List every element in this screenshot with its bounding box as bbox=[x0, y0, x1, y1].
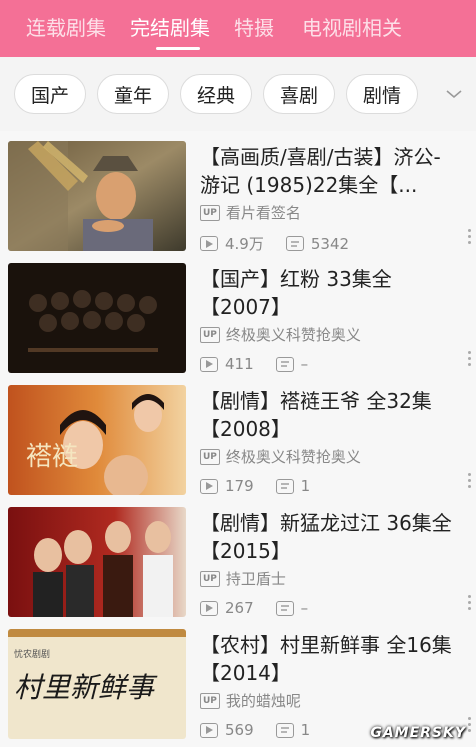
tab-ongoing-series[interactable]: 连载剧集 bbox=[0, 0, 120, 57]
list-item[interactable]: 【国产】红粉 33集全【2007】 UP 终极奥义科赞抢奥义 411 – bbox=[0, 253, 476, 375]
play-count: 179 bbox=[225, 477, 254, 495]
uploader[interactable]: UP 终极奥义科赞抢奥义 bbox=[200, 446, 361, 467]
up-badge: UP bbox=[200, 570, 220, 587]
more-options-icon[interactable] bbox=[466, 351, 472, 369]
danmaku-count: – bbox=[300, 355, 309, 373]
play-count-icon bbox=[200, 600, 218, 616]
more-options-icon[interactable] bbox=[466, 229, 472, 247]
danmaku-icon bbox=[275, 600, 294, 616]
danmaku-icon bbox=[275, 722, 294, 738]
video-title[interactable]: 【高画质/喜剧/古装】济公-游记 (1985)22集全【... bbox=[200, 143, 458, 199]
list-item[interactable]: 【剧情】新猛龙过江 36集全【2015】 UP 持卫盾士 267 – bbox=[0, 497, 476, 619]
video-stats: 569 1 bbox=[200, 721, 332, 739]
filter-chip-drama[interactable]: 剧情 bbox=[346, 74, 418, 114]
play-count: 4.9万 bbox=[225, 235, 264, 253]
list-item[interactable]: 忧农剧剧 村里新鲜事 【农村】村里新鲜事 全16集【2014】 UP 我的蜡烛呢… bbox=[0, 619, 476, 741]
video-thumbnail[interactable] bbox=[8, 507, 186, 617]
filter-chip-domestic[interactable]: 国产 bbox=[14, 74, 86, 114]
video-title[interactable]: 【剧情】新猛龙过江 36集全【2015】 bbox=[200, 509, 458, 565]
uploader-name: 终极奥义科赞抢奥义 bbox=[225, 448, 361, 466]
tab-tv-related[interactable]: 电视剧相关 bbox=[288, 0, 416, 57]
danmaku-count: 1 bbox=[300, 721, 311, 739]
thumbnail-text: 褡裢 bbox=[26, 442, 78, 472]
video-thumbnail[interactable] bbox=[8, 141, 186, 251]
play-count: 411 bbox=[225, 355, 254, 373]
thumbnail-small-text: 忧农剧剧 bbox=[14, 648, 50, 660]
video-title[interactable]: 【国产】红粉 33集全【2007】 bbox=[200, 265, 458, 321]
danmaku-count: 1 bbox=[300, 477, 311, 495]
top-tab-bar: 连载剧集 完结剧集 特摄 电视剧相关 bbox=[0, 0, 476, 57]
video-thumbnail[interactable] bbox=[8, 263, 186, 373]
filter-chip-childhood[interactable]: 童年 bbox=[97, 74, 169, 114]
danmaku-count: – bbox=[300, 599, 309, 617]
tab-completed-series[interactable]: 完结剧集 bbox=[120, 0, 224, 57]
uploader[interactable]: UP 终极奥义科赞抢奥义 bbox=[200, 324, 361, 345]
uploader-name: 终极奥义科赞抢奥义 bbox=[225, 326, 361, 344]
play-count-icon bbox=[200, 356, 218, 372]
list-item[interactable]: 褡裢 【剧情】褡裢王爷 全32集【2008】 UP 终极奥义科赞抢奥义 179 … bbox=[0, 375, 476, 497]
danmaku-icon bbox=[285, 236, 304, 251]
video-title[interactable]: 【剧情】褡裢王爷 全32集【2008】 bbox=[200, 387, 458, 443]
video-stats: 267 – bbox=[200, 599, 330, 617]
list-item[interactable]: 【高画质/喜剧/古装】济公-游记 (1985)22集全【... UP 看片看签名… bbox=[0, 131, 476, 253]
filter-chip-row: 国产 童年 经典 喜剧 剧情 bbox=[0, 57, 476, 131]
video-stats: 179 1 bbox=[200, 477, 332, 495]
more-options-icon[interactable] bbox=[466, 473, 472, 491]
danmaku-icon bbox=[275, 356, 294, 372]
more-options-icon[interactable] bbox=[466, 595, 472, 613]
expand-filters-button[interactable] bbox=[432, 57, 476, 131]
uploader[interactable]: UP 我的蜡烛呢 bbox=[200, 690, 301, 711]
play-count-icon bbox=[200, 236, 218, 251]
danmaku-count: 5342 bbox=[310, 234, 350, 253]
tab-tokusatsu[interactable]: 特摄 bbox=[224, 0, 288, 57]
video-thumbnail[interactable]: 忧农剧剧 村里新鲜事 bbox=[8, 629, 186, 739]
uploader-name: 我的蜡烛呢 bbox=[225, 692, 301, 710]
video-stats: 411 – bbox=[200, 355, 330, 373]
uploader-name: 看片看签名 bbox=[225, 204, 301, 222]
up-badge: UP bbox=[200, 204, 220, 221]
up-badge: UP bbox=[200, 448, 220, 465]
uploader-name: 持卫盾士 bbox=[225, 570, 286, 588]
uploader[interactable]: UP 看片看签名 bbox=[200, 202, 301, 223]
play-count-icon bbox=[200, 722, 218, 738]
up-badge: UP bbox=[200, 326, 220, 343]
video-title[interactable]: 【农村】村里新鲜事 全16集【2014】 bbox=[200, 631, 458, 687]
play-count-icon bbox=[200, 478, 218, 494]
video-stats: 4.9万 5342 bbox=[200, 233, 371, 254]
filter-chip-comedy[interactable]: 喜剧 bbox=[263, 74, 335, 114]
up-badge: UP bbox=[200, 692, 220, 709]
video-list: 【高画质/喜剧/古装】济公-游记 (1985)22集全【... UP 看片看签名… bbox=[0, 131, 476, 747]
uploader[interactable]: UP 持卫盾士 bbox=[200, 568, 286, 589]
thumbnail-text: 村里新鲜事 bbox=[14, 671, 158, 704]
watermark: GAMERSKY bbox=[370, 725, 466, 741]
play-count: 569 bbox=[225, 721, 254, 739]
chevron-down-icon bbox=[446, 90, 462, 99]
video-thumbnail[interactable]: 褡裢 bbox=[8, 385, 186, 495]
play-count: 267 bbox=[225, 599, 254, 617]
filter-chip-classic[interactable]: 经典 bbox=[180, 74, 252, 114]
more-options-icon[interactable] bbox=[466, 717, 472, 735]
danmaku-icon bbox=[275, 478, 294, 494]
